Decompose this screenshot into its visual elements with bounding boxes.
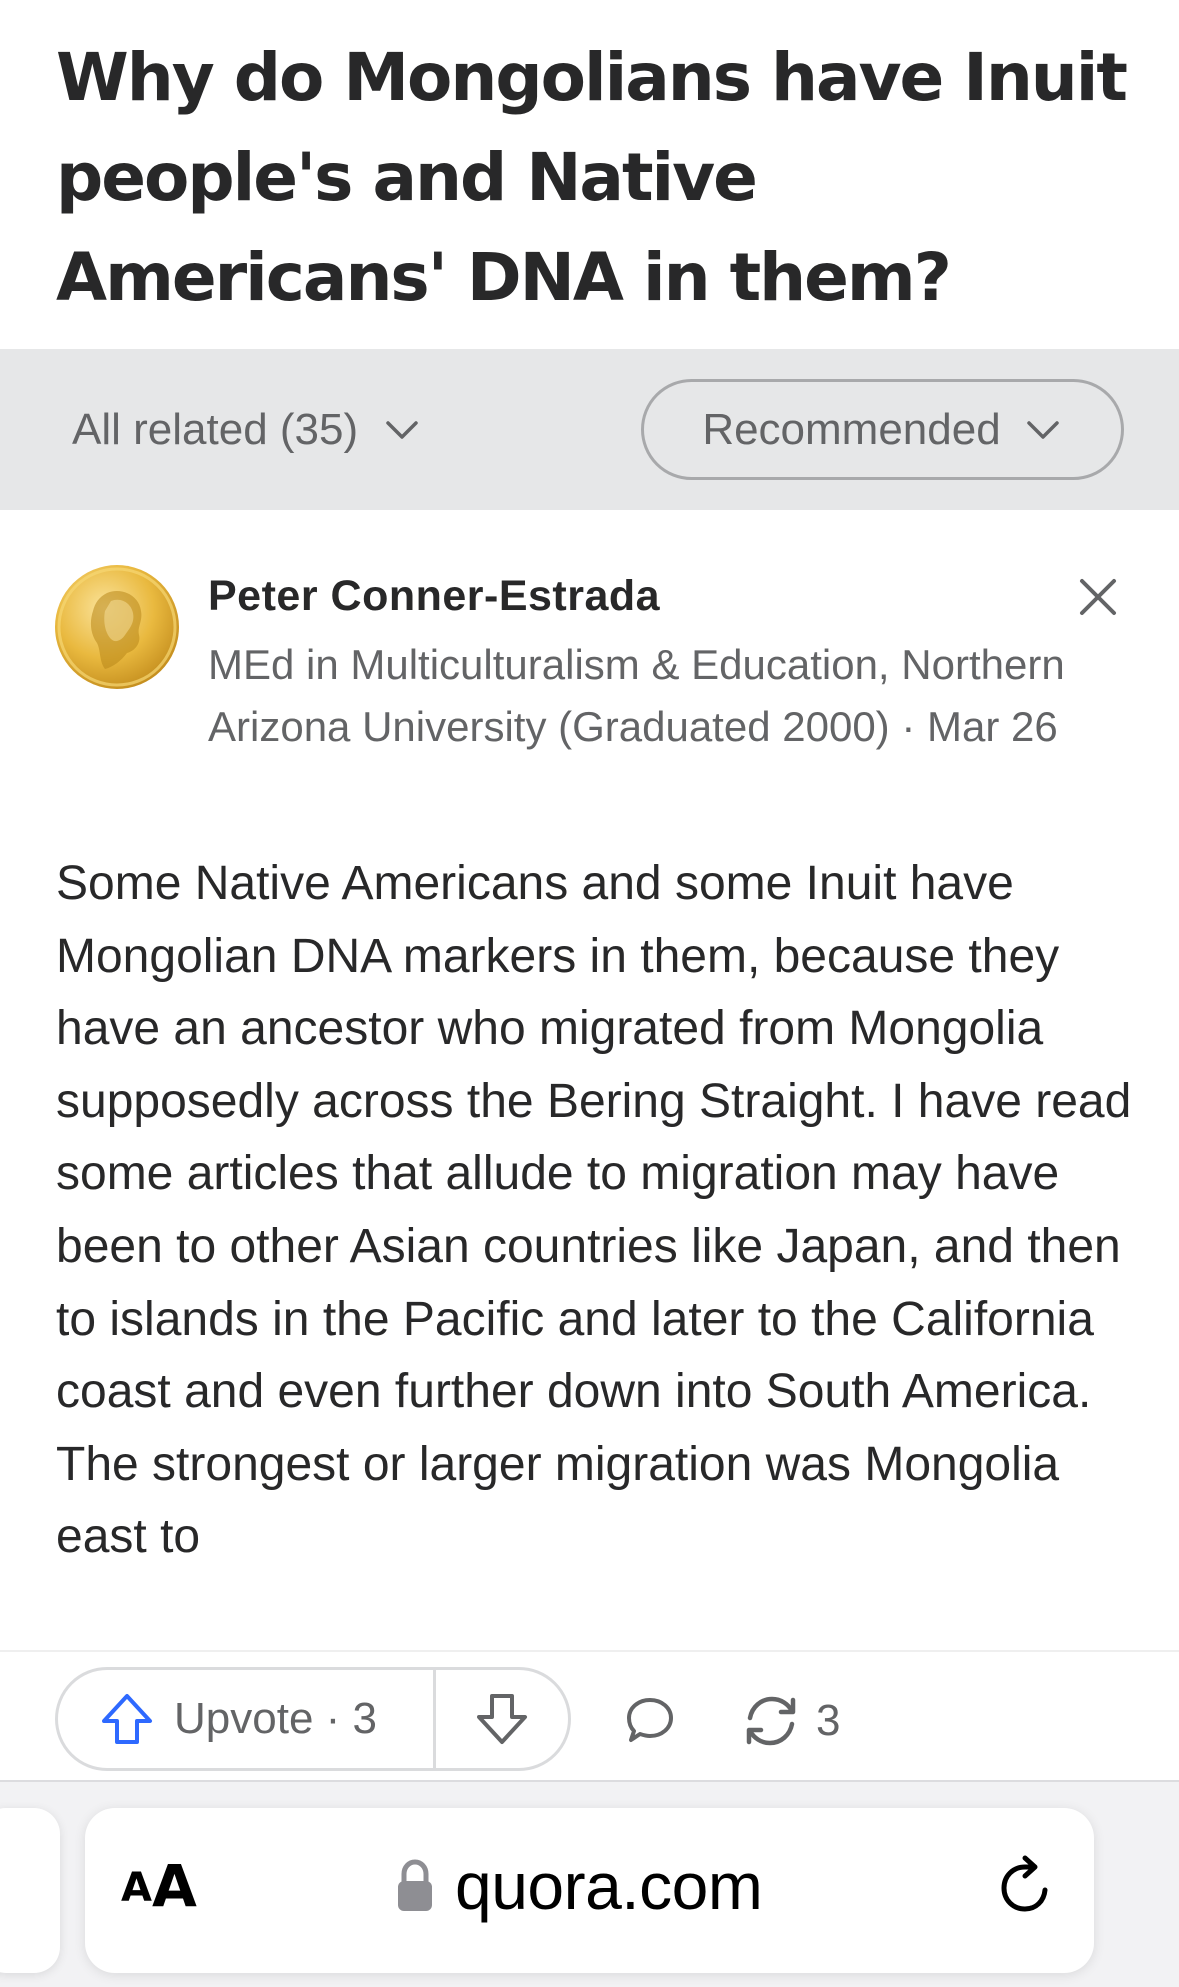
arrow-down-icon — [477, 1694, 527, 1744]
text-size-small-a: A — [121, 1865, 152, 1911]
filter-bar: All related (35) Recommended — [0, 349, 1179, 510]
chevron-down-icon — [386, 421, 418, 439]
question-title[interactable]: Why do Mongolians have Inuit people's an… — [56, 28, 1136, 328]
sort-label: Recommended — [702, 404, 1001, 454]
share-count: 3 — [816, 1696, 841, 1745]
arrow-up-icon — [102, 1694, 152, 1744]
all-related-dropdown[interactable]: All related (35) — [72, 399, 422, 461]
lock-icon — [398, 1859, 432, 1911]
url-display[interactable]: quora.com — [395, 1846, 763, 1926]
address-bar[interactable]: A A quora.com — [85, 1808, 1094, 1973]
text-size-big-a: A — [151, 1852, 197, 1920]
previous-tab[interactable] — [0, 1808, 60, 1973]
upvote-label: Upvote · 3 — [174, 1694, 377, 1743]
author-credential: MEd in Multiculturalism & Education, Nor… — [208, 641, 1065, 750]
sort-dropdown[interactable]: Recommended — [641, 379, 1124, 480]
avatar-coin-portrait — [57, 567, 177, 687]
all-related-label: All related (35) — [72, 405, 359, 454]
url-text: quora.com — [455, 1849, 763, 1923]
vote-group: Upvote · 3 — [55, 1667, 571, 1771]
author-name[interactable]: Peter Conner-Estrada — [208, 572, 660, 621]
share-button[interactable]: 3 — [740, 1690, 840, 1752]
comment-bubble-icon[interactable] — [624, 1694, 676, 1746]
chevron-down-icon — [1026, 420, 1059, 439]
page: Why do Mongolians have Inuit people's an… — [0, 0, 1179, 1987]
reload-icon[interactable] — [993, 1854, 1059, 1920]
answer-body[interactable]: Some Native Americans and some Inuit hav… — [56, 848, 1146, 1648]
downvote-button[interactable] — [436, 1670, 568, 1768]
browser-toolbar: A A quora.com — [0, 1780, 1179, 1987]
action-bar: Upvote · 3 3 — [0, 1650, 1179, 1780]
close-icon[interactable] — [1074, 573, 1122, 621]
share-cycle-icon — [746, 1696, 796, 1746]
author-avatar[interactable] — [55, 565, 179, 689]
upvote-button[interactable]: Upvote · 3 — [58, 1670, 436, 1768]
text-size-button[interactable]: A A — [121, 1854, 197, 1918]
